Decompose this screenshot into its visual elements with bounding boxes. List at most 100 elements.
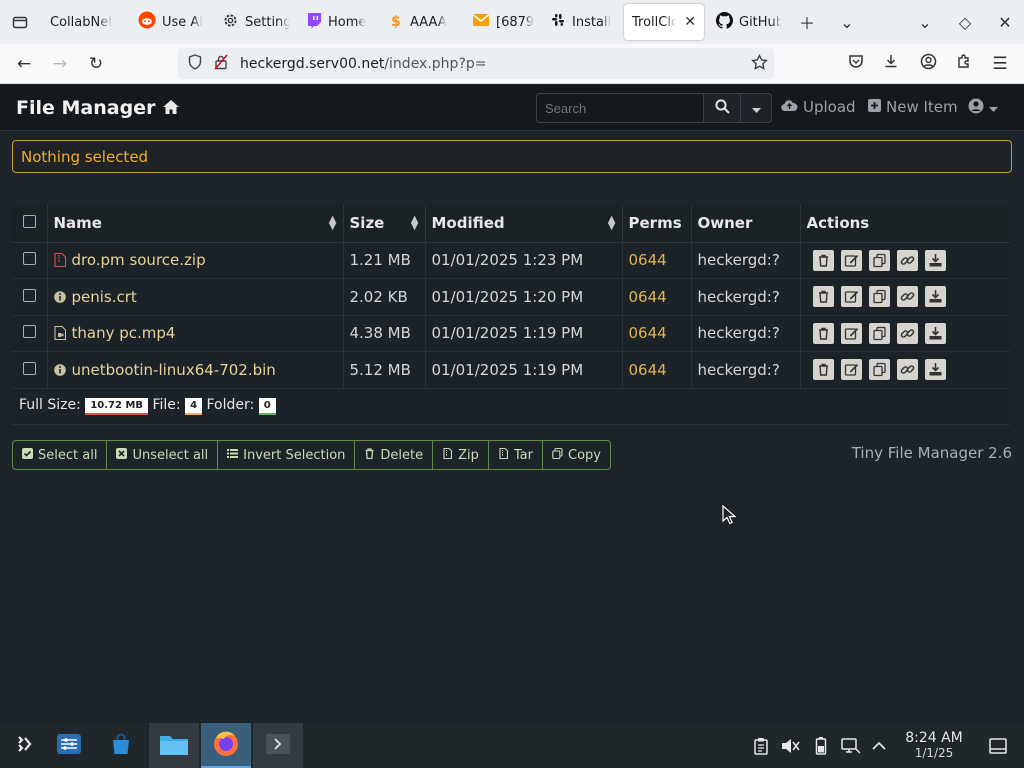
tab-install[interactable]: Install bbox=[542, 4, 624, 40]
trash-action-button[interactable] bbox=[812, 286, 834, 308]
window-maximize-button[interactable]: ◇ bbox=[946, 0, 984, 44]
tab-mail[interactable]: [6879 bbox=[464, 4, 546, 40]
file-name-link[interactable]: unetbootin-linux64-702.bin bbox=[72, 361, 276, 379]
download-action-button[interactable] bbox=[924, 359, 946, 381]
file-name-link[interactable]: dro.pm source.zip bbox=[72, 251, 206, 269]
menu-button[interactable]: ☰ bbox=[982, 48, 1018, 80]
tab-settings[interactable]: Settings bbox=[214, 4, 298, 40]
table-row[interactable]: thany pc.mp4 4.38 MB 01/01/2025 1:19 PM 064… bbox=[12, 315, 1010, 352]
size-column-header[interactable]: Size ▲ ▼ bbox=[343, 205, 426, 243]
clipboard-icon[interactable] bbox=[748, 723, 774, 768]
perms-link[interactable]: 0644 bbox=[629, 324, 667, 342]
link-action-button[interactable] bbox=[896, 249, 918, 271]
pocket-button[interactable] bbox=[838, 48, 874, 80]
tab-trollclo-active[interactable]: TrollClo ✕ bbox=[624, 4, 704, 40]
tab-list-dropdown[interactable]: ⌄ bbox=[828, 0, 866, 44]
table-row[interactable]: unetbootin-linux64-702.bin 5.12 MB 01/01/2… bbox=[12, 351, 1010, 389]
row-checkbox[interactable] bbox=[23, 361, 36, 375]
select-all-checkbox[interactable] bbox=[23, 215, 36, 229]
upload-link[interactable]: Upload bbox=[781, 98, 856, 116]
select-all-button[interactable]: Select all bbox=[13, 441, 108, 469]
tab-close-icon[interactable]: ✕ bbox=[684, 14, 696, 30]
tray-expand-chevron-up-icon[interactable] bbox=[866, 723, 892, 768]
row-checkbox[interactable] bbox=[23, 252, 36, 266]
edit-action-button[interactable] bbox=[840, 359, 862, 381]
volume-muted-icon[interactable] bbox=[777, 723, 803, 768]
reload-button[interactable]: ↻ bbox=[78, 48, 114, 80]
perms-link[interactable]: 0644 bbox=[629, 251, 667, 269]
bookmark-star-icon[interactable] bbox=[751, 53, 768, 75]
perms-link[interactable]: 0644 bbox=[629, 361, 667, 379]
terminal-taskbar-button[interactable] bbox=[253, 723, 303, 768]
modified-column-header[interactable]: Modified ▲ ▼ bbox=[425, 205, 623, 243]
link-action-button[interactable] bbox=[896, 359, 918, 381]
copy-action-button[interactable] bbox=[868, 322, 890, 344]
tab-collabnet[interactable]: CollabNet bbox=[42, 4, 124, 40]
trash-action-button[interactable] bbox=[812, 249, 834, 271]
new-item-link[interactable]: New Item bbox=[868, 98, 958, 116]
discover-store-taskbar-button[interactable] bbox=[96, 723, 146, 768]
forward-button[interactable]: → bbox=[42, 48, 78, 80]
file-name-link[interactable]: penis.crt bbox=[72, 288, 137, 306]
network-wired-icon[interactable] bbox=[838, 723, 864, 768]
window-close-button[interactable]: ✕ bbox=[986, 0, 1024, 44]
copy-action-button[interactable] bbox=[868, 359, 890, 381]
app-launcher-button[interactable] bbox=[0, 723, 50, 768]
search-button[interactable] bbox=[703, 93, 741, 123]
file-manager-page: File Manager Upload New Item Nothing sel… bbox=[0, 85, 1024, 723]
download-action-button[interactable] bbox=[924, 249, 946, 271]
tab-use-ai[interactable]: Use AI bbox=[130, 4, 212, 40]
system-settings-taskbar-button[interactable] bbox=[44, 723, 94, 768]
url-text[interactable]: heckergd.serv00.net/index.php?p= bbox=[240, 56, 487, 72]
insecure-lock-icon[interactable] bbox=[214, 54, 228, 74]
tab-github[interactable]: GitHub bbox=[708, 4, 790, 40]
shield-icon[interactable] bbox=[188, 53, 202, 74]
download-action-button[interactable] bbox=[924, 286, 946, 308]
row-checkbox[interactable] bbox=[23, 325, 36, 339]
tab-home[interactable]: Home bbox=[298, 4, 380, 40]
search-options-dropdown[interactable] bbox=[740, 93, 772, 123]
home-icon[interactable] bbox=[162, 99, 180, 119]
invert-selection-button[interactable]: Invert Selection bbox=[218, 441, 356, 469]
back-button[interactable]: ← bbox=[6, 48, 42, 80]
zip-button[interactable]: Zip bbox=[433, 441, 489, 469]
edit-action-button[interactable] bbox=[840, 322, 862, 344]
download-action-button[interactable] bbox=[924, 322, 946, 344]
search-icon bbox=[714, 98, 730, 118]
clock[interactable]: 8:24 AM 1/1/25 bbox=[896, 731, 972, 761]
new-tab-button[interactable]: ＋ bbox=[788, 0, 826, 44]
link-action-button[interactable] bbox=[896, 322, 918, 344]
account-button[interactable] bbox=[910, 48, 946, 80]
show-desktop-icon[interactable] bbox=[985, 723, 1011, 768]
table-row[interactable]: dro.pm source.zip 1.21 MB 01/01/2025 1:23 … bbox=[12, 242, 1010, 279]
row-checkbox[interactable] bbox=[23, 288, 36, 302]
firefox-taskbar-button[interactable] bbox=[201, 723, 251, 768]
fm-title[interactable]: File Manager bbox=[16, 97, 155, 119]
tab-overview-button[interactable] bbox=[0, 0, 40, 44]
copy-button[interactable]: Copy bbox=[543, 441, 610, 469]
search-input[interactable] bbox=[536, 93, 704, 123]
tab-aaaa[interactable]: $ AAAA bbox=[382, 4, 464, 40]
unselect-all-button[interactable]: Unselect all bbox=[107, 441, 219, 469]
user-menu-dropdown[interactable] bbox=[968, 98, 998, 118]
copy-action-button[interactable] bbox=[868, 249, 890, 271]
tar-button[interactable]: Tar bbox=[489, 441, 543, 469]
file-modified-cell: 01/01/2025 1:19 PM bbox=[425, 315, 623, 352]
copy-action-button[interactable] bbox=[868, 286, 890, 308]
perms-link[interactable]: 0644 bbox=[629, 288, 667, 306]
edit-action-button[interactable] bbox=[840, 249, 862, 271]
trash-action-button[interactable] bbox=[812, 359, 834, 381]
delete-button[interactable]: Delete bbox=[355, 441, 434, 469]
table-row[interactable]: penis.crt 2.02 KB 01/01/2025 1:20 PM 0644 he… bbox=[12, 278, 1010, 316]
extensions-button[interactable] bbox=[946, 48, 982, 80]
battery-icon[interactable] bbox=[808, 723, 834, 768]
trash-action-button[interactable] bbox=[812, 322, 834, 344]
url-bar[interactable]: heckergd.serv00.net/index.php?p= bbox=[178, 48, 774, 79]
file-manager-taskbar-button[interactable] bbox=[149, 723, 199, 768]
edit-action-button[interactable] bbox=[840, 286, 862, 308]
link-action-button[interactable] bbox=[896, 286, 918, 308]
window-minimize-button[interactable]: ⌄ bbox=[906, 0, 944, 44]
downloads-button[interactable] bbox=[873, 48, 909, 80]
file-name-link[interactable]: thany pc.mp4 bbox=[72, 324, 176, 342]
name-column-header[interactable]: Name ▲ ▼ bbox=[47, 205, 344, 243]
